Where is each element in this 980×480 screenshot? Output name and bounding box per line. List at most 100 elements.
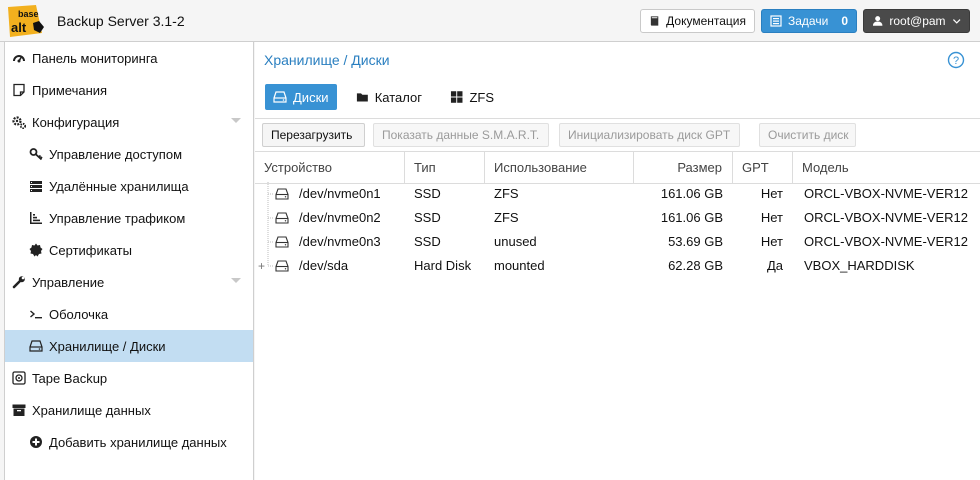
cell-size: 62.28 GB	[668, 258, 723, 273]
notes-icon	[12, 83, 26, 97]
collapse-arrow-icon[interactable]	[231, 118, 241, 123]
sidebar-item-add-datastore[interactable]: Добавить хранилище данных	[5, 426, 253, 458]
tree-connector	[267, 182, 274, 206]
sidebar-item-certificates[interactable]: Сертификаты	[5, 234, 253, 266]
cell-model: VBOX_HARDDISK	[804, 258, 915, 273]
main-panel: Хранилище / Диски ? Диски Каталог ZFS Пе…	[255, 42, 980, 480]
tab-zfs[interactable]: ZFS	[442, 84, 502, 110]
show-smart-button[interactable]: Показать данные S.M.A.R.T.	[373, 123, 549, 147]
sidebar-item-tape-backup[interactable]: Tape Backup	[5, 362, 253, 394]
certificate-icon	[29, 243, 43, 257]
app-title: Backup Server 3.1-2	[57, 13, 185, 29]
column-header-size[interactable]: Размер	[634, 152, 733, 184]
wrench-icon	[12, 275, 26, 289]
cell-model: ORCL-VBOX-NVME-VER12	[804, 234, 968, 249]
cell-device: /dev/sda	[299, 258, 349, 273]
sidebar-item-label: Хранилище данных	[32, 402, 151, 418]
table-row[interactable]: /dev/nvme0n3 SSD unused 53.69 GB Нет ORC…	[255, 230, 980, 254]
column-header-type[interactable]: Тип	[405, 152, 485, 184]
cell-device: /dev/nvme0n3	[299, 234, 381, 249]
column-header-gpt[interactable]: GPT	[733, 152, 793, 184]
tab-disks[interactable]: Диски	[265, 84, 337, 110]
sidebar-item-storage-disks[interactable]: Хранилище / Диски	[5, 330, 253, 362]
cell-type: SSD	[414, 186, 441, 201]
sidebar-item-label: Управление трафиком	[49, 210, 186, 226]
sidebar-item-configuration[interactable]: Конфигурация	[5, 106, 253, 138]
sidebar-item-label: Оболочка	[49, 306, 109, 322]
hdd-icon	[275, 236, 289, 248]
wipe-disk-button[interactable]: Очистить диск	[759, 123, 856, 147]
column-header-usage[interactable]: Использование	[485, 152, 634, 184]
sidebar-item-label: Конфигурация	[32, 114, 120, 130]
tree-connector	[267, 206, 274, 230]
book-icon	[650, 16, 659, 26]
cell-gpt: Нет	[760, 234, 783, 249]
documentation-label: Документация	[666, 14, 746, 28]
key-icon	[29, 147, 43, 161]
top-header: base alt Backup Server 3.1-2 Документаци…	[0, 0, 980, 42]
svg-text:alt: alt	[11, 20, 27, 35]
sidebar-item-label: Хранилище / Диски	[49, 338, 166, 354]
column-header-model[interactable]: Модель	[793, 152, 980, 184]
sidebar-item-notes[interactable]: Примечания	[5, 74, 253, 106]
tab-label: Диски	[293, 89, 329, 105]
cell-model: ORCL-VBOX-NVME-VER12	[804, 186, 968, 201]
reload-button[interactable]: Перезагрузить	[262, 123, 365, 147]
zfs-icon	[450, 91, 463, 103]
sidebar-item-access-control[interactable]: Управление доступом	[5, 138, 253, 170]
sidebar-item-datastore[interactable]: Хранилище данных	[5, 394, 253, 426]
sidebar-item-shell[interactable]: Оболочка	[5, 298, 253, 330]
dashboard-icon	[12, 51, 26, 65]
table-row[interactable]: + /dev/sda Hard Disk mounted 62.28 GB Да…	[255, 254, 980, 278]
tasks-label: Задачи	[788, 14, 829, 28]
sidebar-item-traffic-control[interactable]: Управление трафиком	[5, 202, 253, 234]
page-title: Хранилище / Диски	[264, 52, 390, 68]
folder-icon	[356, 93, 368, 102]
chevron-down-icon	[952, 19, 961, 24]
cell-model: ORCL-VBOX-NVME-VER12	[804, 210, 968, 225]
server-icon	[29, 179, 43, 193]
sidebar-item-label: Сертификаты	[49, 242, 132, 258]
sidebar-item-dashboard[interactable]: Панель мониторинга	[5, 42, 253, 74]
tab-label: ZFS	[469, 89, 494, 105]
cell-size: 53.69 GB	[668, 234, 723, 249]
user-label: root@pam	[889, 14, 946, 28]
list-icon	[770, 15, 782, 27]
cell-gpt: Нет	[760, 210, 783, 225]
cell-gpt: Нет	[760, 186, 783, 201]
expand-toggle-icon[interactable]: +	[258, 254, 268, 278]
table-row[interactable]: /dev/nvme0n1 SSD ZFS 161.06 GB Нет ORCL-…	[255, 182, 980, 206]
initialize-gpt-button[interactable]: Инициализировать диск GPT	[559, 123, 740, 147]
sidebar-item-label: Удалённые хранилища	[49, 178, 189, 194]
archive-icon	[12, 403, 26, 417]
cell-device: /dev/nvme0n1	[299, 186, 381, 201]
svg-text:base: base	[18, 9, 39, 19]
hdd-icon	[29, 339, 43, 353]
hdd-icon	[275, 212, 289, 224]
sidebar-item-administration[interactable]: Управление	[5, 266, 253, 298]
user-icon	[872, 16, 883, 26]
tab-label: Каталог	[374, 89, 422, 105]
cell-device: /dev/nvme0n2	[299, 210, 381, 225]
documentation-button[interactable]: Документация	[640, 9, 755, 33]
tape-icon	[12, 371, 26, 385]
tasks-button[interactable]: Задачи 0	[761, 9, 857, 33]
traffic-icon	[29, 211, 43, 225]
disks-toolbar: Перезагрузить Показать данные S.M.A.R.T.…	[255, 118, 980, 152]
sidebar-item-label: Управление	[32, 274, 105, 290]
help-icon[interactable]: ?	[947, 51, 965, 69]
sidebar-item-label: Добавить хранилище данных	[49, 434, 227, 450]
sidebar: Панель мониторинга Примечания Конфигурац…	[4, 42, 254, 480]
tab-directory[interactable]: Каталог	[348, 84, 430, 110]
cell-usage: mounted	[494, 258, 545, 273]
sidebar-item-remotes[interactable]: Удалённые хранилища	[5, 170, 253, 202]
tree-connector	[267, 230, 274, 254]
cell-type: SSD	[414, 234, 441, 249]
cogs-icon	[12, 115, 26, 129]
table-row[interactable]: /dev/nvme0n2 SSD ZFS 161.06 GB Нет ORCL-…	[255, 206, 980, 230]
cell-size: 161.06 GB	[660, 210, 723, 225]
collapse-arrow-icon[interactable]	[231, 278, 241, 283]
user-menu-button[interactable]: root@pam	[863, 9, 970, 33]
grid-header: Устройство Тип Использование Размер GPT …	[255, 152, 980, 184]
column-header-device[interactable]: Устройство	[255, 152, 405, 184]
